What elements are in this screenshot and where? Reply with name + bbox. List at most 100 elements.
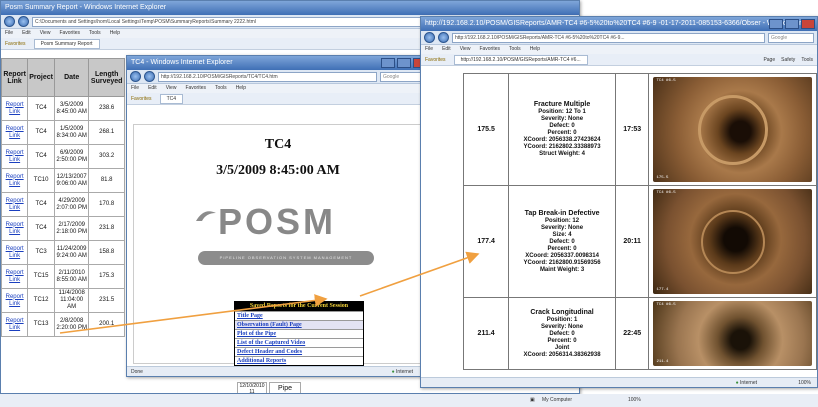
report-link[interactable]: Report Link <box>6 246 24 259</box>
table-row: Report Link TC4 6/9/2009 2:50:00 PM 303.2 <box>1 144 125 169</box>
maximize-button[interactable] <box>785 19 799 29</box>
menu-help[interactable]: Help <box>530 45 540 54</box>
favorites-button[interactable]: Favorites <box>131 93 152 105</box>
summary-tab[interactable]: Posm Summary Report <box>33 38 100 49</box>
observation-line: Defect: 0 <box>549 238 575 245</box>
column-header-date[interactable]: Date <box>53 58 90 97</box>
forward-button[interactable] <box>18 16 29 27</box>
time-cell: 22:45 <box>614 297 650 370</box>
minimize-button[interactable] <box>769 19 783 29</box>
observation-line: Severity: None <box>541 116 584 122</box>
report-link[interactable]: Report Link <box>6 174 24 187</box>
page-menu[interactable]: Page <box>763 54 775 66</box>
menu-view[interactable]: View <box>40 29 51 38</box>
observation-line: XCoord: 2056314.38362938 <box>523 351 601 358</box>
column-header-report-link[interactable]: Report Link <box>1 58 29 97</box>
pipe-camera-image[interactable]: TC4 #6-5 175.5 <box>653 77 812 182</box>
bottom-status-bar: ▣ My Computer 100% <box>0 394 818 407</box>
summary-window-titlebar[interactable]: Posm Summary Report - Windows Internet E… <box>1 1 579 15</box>
report-link[interactable]: Report Link <box>6 198 24 211</box>
menu-tools[interactable]: Tools <box>89 29 101 38</box>
menu-favorites[interactable]: Favorites <box>59 29 80 38</box>
observation-line: Maint Weight: 3 <box>539 266 585 273</box>
project-cell: TC15 <box>27 264 55 289</box>
tc4-address-input[interactable]: http://192.168.2.10/POSM/GISReports/TC4/… <box>158 71 377 82</box>
table-row: Report Link TC3 11/24/2009 9:24:00 AM 158.8 <box>1 240 125 265</box>
length-cell: 238.6 <box>88 96 125 121</box>
report-link-additional[interactable]: Additional Reports <box>235 356 363 365</box>
tc4-internet-zone: ● Internet <box>391 369 413 375</box>
taskbar-zoom[interactable]: 100% <box>628 394 641 406</box>
menu-favorites[interactable]: Favorites <box>479 45 500 54</box>
time-cell: 17:53 <box>614 73 650 186</box>
length-cell: 268.1 <box>88 120 125 145</box>
project-cell: TC4 <box>27 144 55 169</box>
observation-address-input[interactable]: http://192.168.2.10/POSM/GISReports/AMR-… <box>452 32 765 43</box>
favorites-button[interactable]: Favorites <box>425 54 446 66</box>
menu-view[interactable]: View <box>460 45 471 54</box>
maximize-button[interactable] <box>397 58 411 68</box>
camera-osd-top: TC4 #6-5 <box>656 79 676 83</box>
report-link[interactable]: Report Link <box>6 102 24 115</box>
observation-favorites-bar: Favorites http://192.168.2.10/POSM/GISRe… <box>421 54 817 66</box>
observation-row: 211.4 Crack Longitudinal Position: 1 Sev… <box>462 297 817 370</box>
report-link-observation-page[interactable]: Observation (Fault) Page <box>235 320 363 329</box>
menu-view[interactable]: View <box>166 84 177 93</box>
observation-tab[interactable]: http://192.168.2.10/POSM/GISReports/AMR-… <box>453 54 588 65</box>
menu-help[interactable]: Help <box>236 84 246 93</box>
favorites-button[interactable]: Favorites <box>5 38 26 50</box>
tools-menu[interactable]: Tools <box>801 54 813 66</box>
tc4-window-titlebar[interactable]: TC4 - Windows Internet Explorer <box>127 56 429 70</box>
menu-tools[interactable]: Tools <box>215 84 227 93</box>
back-button[interactable] <box>130 71 141 82</box>
close-button[interactable] <box>801 19 815 29</box>
report-link[interactable]: Report Link <box>6 318 24 331</box>
back-button[interactable] <box>424 32 435 43</box>
minimize-button[interactable] <box>381 58 395 68</box>
forward-button[interactable] <box>144 71 155 82</box>
tc4-address-bar: http://192.168.2.10/POSM/GISReports/TC4/… <box>127 70 429 84</box>
observation-toolbar: Page Safety Tools <box>763 54 813 66</box>
report-link[interactable]: Report Link <box>6 270 24 283</box>
report-link[interactable]: Report Link <box>6 126 24 139</box>
report-link[interactable]: Report Link <box>6 294 24 307</box>
saved-reports-header: Saved Reports for the Current Session <box>235 302 363 311</box>
observation-status-bar: ● Internet 100% <box>421 377 817 387</box>
observation-zoom[interactable]: 100% <box>798 378 811 387</box>
observation-search-input[interactable]: Google <box>768 32 814 43</box>
observation-type: Crack Longitudinal <box>530 308 594 316</box>
menu-tools[interactable]: Tools <box>509 45 521 54</box>
back-button[interactable] <box>4 16 15 27</box>
date-cell: 2/17/2009 2:18:00 PM <box>53 216 90 241</box>
report-link[interactable]: Report Link <box>6 150 24 163</box>
camera-osd-bottom: 175.5 <box>656 176 669 180</box>
my-computer-label: My Computer <box>542 397 573 403</box>
column-header-project[interactable]: Project <box>27 58 55 97</box>
posm-logo-swoosh-icon <box>196 211 216 221</box>
menu-help[interactable]: Help <box>110 29 120 38</box>
observation-window: http://192.168.2.10/POSM/GISReports/AMR-… <box>420 16 818 388</box>
tc4-tab[interactable]: TC4 <box>159 93 184 104</box>
safety-menu[interactable]: Safety <box>781 54 795 66</box>
report-link-title-page[interactable]: Title Page <box>235 311 363 320</box>
report-link-defect-header[interactable]: Defect Header and Codes <box>235 347 363 356</box>
date-cell: 11/4/2008 11:04:00 AM <box>53 288 90 313</box>
column-header-length[interactable]: Length Surveyed <box>88 58 125 97</box>
report-link-captured-video[interactable]: List of the Captured Video <box>235 338 363 347</box>
observation-line: Size: 4 <box>552 231 572 238</box>
distance-cell: 175.5 <box>462 73 510 186</box>
saved-reports-panel: Saved Reports for the Current Session Ti… <box>234 301 364 366</box>
table-row: Report Link TC4 3/5/2009 8:45:00 AM 238.6 <box>1 96 125 121</box>
pipe-camera-image[interactable]: TC4 #6-5 177.4 <box>653 189 812 294</box>
observation-line: Struct Weight: 4 <box>539 151 585 157</box>
pipe-camera-image[interactable]: TC4 #6-5 211.4 <box>653 301 812 366</box>
report-link[interactable]: Report Link <box>6 222 24 235</box>
forward-button[interactable] <box>438 32 449 43</box>
report-link-plot-of-pipe[interactable]: Plot of the Pipe <box>235 329 363 338</box>
tc4-favorites-bar: Favorites TC4 <box>127 93 429 105</box>
table-row: Report Link TC12 11/4/2008 11:04:00 AM 231.… <box>1 288 125 313</box>
date-cell: 1/5/2009 8:34:00 AM <box>53 120 90 145</box>
menu-favorites[interactable]: Favorites <box>185 84 206 93</box>
observation-window-titlebar[interactable]: http://192.168.2.10/POSM/GISReports/AMR-… <box>421 17 817 31</box>
table-row: Report Link TC13 2/8/2008 2:20:00 PM 200.1 <box>1 312 125 337</box>
